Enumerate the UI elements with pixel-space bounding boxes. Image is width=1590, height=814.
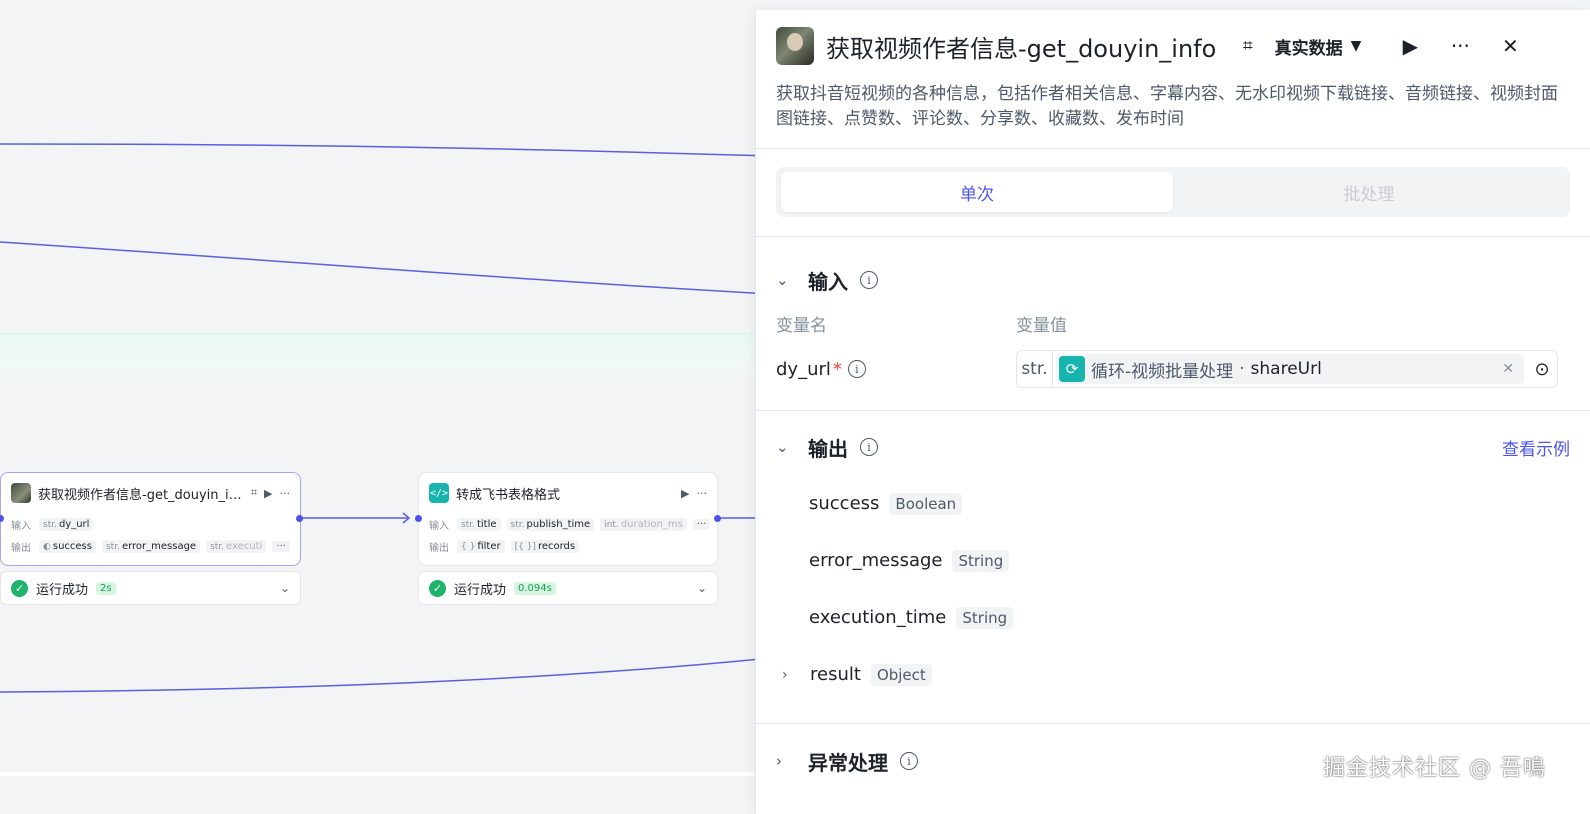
run-button[interactable]: ▶	[1391, 34, 1429, 58]
input-port[interactable]	[415, 515, 422, 522]
run-time-badge: 0.094s	[514, 581, 556, 595]
output-section-header[interactable]: ⌄ 输出 i 查看示例	[756, 427, 1590, 467]
panel-title[interactable]: 获取视频作者信息-get_douyin_info	[826, 29, 1221, 64]
section-title: 输入	[808, 269, 848, 294]
watermark: 掘金技术社区 @ 吾鳴	[1323, 756, 1546, 781]
node-title: 获取视频作者信息-get_douyin_info	[38, 487, 244, 503]
info-icon[interactable]: i	[860, 438, 878, 456]
chevron-down-icon[interactable]: ⌄	[697, 581, 707, 595]
node1-run-status[interactable]: ✓ 运行成功 2s ⌄	[0, 571, 301, 605]
more-button[interactable]: ···	[1441, 34, 1479, 58]
chevron-right-icon[interactable]: ›	[782, 667, 800, 683]
workflow-canvas[interactable]: 获取视频作者信息-get_douyin_info ⌗ ▶ ··· 输入 str.…	[0, 0, 770, 814]
check-icon: ✓	[429, 579, 446, 597]
var-name: dy_url * i	[776, 359, 1016, 380]
variable-picker-icon[interactable]: ⊙	[1527, 359, 1557, 380]
run-icon[interactable]: ▶	[264, 487, 272, 500]
status-text: 运行成功	[454, 582, 507, 598]
run-time-badge: 2s	[96, 581, 116, 595]
more-inputs-button[interactable]: ···	[692, 518, 711, 530]
output-item: success Boolean	[756, 475, 1590, 532]
plugin-avatar-icon	[776, 27, 814, 65]
input-columns: 变量名 变量值	[756, 308, 1590, 338]
output-item: execution_time String	[756, 589, 1590, 646]
chevron-right-icon[interactable]: ›	[776, 752, 796, 770]
link-icon[interactable]: ⌗	[251, 486, 257, 500]
view-example-link[interactable]: 查看示例	[1502, 435, 1570, 460]
output-label: 输出	[11, 542, 31, 554]
input-chip: str. publish_time	[506, 517, 595, 531]
toggle-icon: ◐	[43, 541, 51, 552]
chevron-down-icon[interactable]: ⌄	[776, 271, 796, 289]
wire-second	[0, 241, 770, 295]
output-chip: { } filter	[457, 539, 505, 553]
wire-top	[0, 143, 770, 157]
info-icon[interactable]: i	[847, 360, 866, 378]
status-text: 运行成功	[36, 582, 89, 598]
output-list: success Boolean error_message String execu…	[756, 475, 1590, 703]
tab-batch[interactable]: 批处理	[1173, 172, 1565, 212]
loop-body-band	[0, 333, 770, 375]
input-label: 输入	[11, 520, 31, 532]
output-chip: ◐ success	[39, 539, 96, 553]
chevron-down-icon[interactable]: ⌄	[776, 438, 796, 456]
panel-description: 获取抖音短视频的各种信息，包括作者相关信息、字幕内容、无水印视频下载链接、音频链…	[776, 84, 1558, 129]
output-item-expandable[interactable]: › result Object	[756, 646, 1590, 703]
connection-wires	[0, 143, 770, 693]
info-icon[interactable]: i	[860, 271, 878, 289]
link-icon[interactable]: ⌗	[1243, 36, 1253, 56]
divider	[756, 148, 1590, 149]
node-to-feishu-table[interactable]: </> 转成飞书表格格式 ▶ ··· 输入 str. title str. publ…	[415, 472, 721, 566]
section-title: 异常处理	[808, 750, 888, 775]
output-chip: str. executi	[206, 539, 267, 553]
output-chip: [{ }] records	[510, 539, 580, 553]
col-var-value: 变量值	[1016, 315, 1067, 336]
input-var-row: dy_url * i str. ⟳ 循环-视频批量处理 · shareUrl ✕ …	[756, 350, 1590, 388]
input-section-header[interactable]: ⌄ 输入 i	[756, 260, 1590, 300]
more-icon[interactable]: ···	[280, 487, 291, 500]
type-label: str.	[1017, 351, 1053, 387]
reference-tag[interactable]: ⟳ 循环-视频批量处理 · shareUrl ✕	[1056, 354, 1524, 384]
output-port[interactable]	[296, 515, 303, 522]
input-chip: str. title	[457, 517, 501, 531]
output-label: 输出	[429, 542, 449, 554]
tab-single[interactable]: 单次	[781, 172, 1173, 212]
output-chip: str. error_message	[101, 539, 201, 553]
divider	[756, 723, 1590, 724]
code-icon: </>	[429, 483, 449, 503]
info-icon[interactable]: i	[900, 752, 918, 770]
col-var-name: 变量名	[776, 315, 827, 336]
input-chip: str. dy_url	[39, 517, 94, 531]
divider	[756, 236, 1590, 237]
check-icon: ✓	[11, 579, 28, 597]
node2-run-status[interactable]: ✓ 运行成功 0.094s ⌄	[418, 571, 718, 605]
var-value-field[interactable]: str. ⟳ 循环-视频批量处理 · shareUrl ✕ ⊙	[1016, 350, 1558, 388]
canvas-bottom-strip	[0, 772, 770, 776]
loop-icon: ⟳	[1059, 356, 1085, 382]
run-mode-tabs: 单次 批处理	[776, 167, 1570, 217]
clear-icon[interactable]: ✕	[1502, 361, 1514, 377]
more-icon[interactable]: ···	[697, 487, 708, 500]
input-label: 输入	[429, 520, 449, 532]
section-title: 输出	[808, 436, 848, 461]
more-outputs-button[interactable]: ···	[272, 540, 290, 552]
node-detail-panel: 获取视频作者信息-get_douyin_info ⌗ 真实数据 ▼ ▶ ··· ✕…	[755, 10, 1590, 814]
data-mode-select[interactable]: 真实数据 ▼	[1275, 34, 1362, 59]
input-chip: int. duration_ms	[600, 517, 687, 531]
plugin-avatar-icon	[11, 483, 31, 503]
close-button[interactable]: ✕	[1491, 34, 1529, 58]
run-icon[interactable]: ▶	[681, 487, 689, 500]
divider	[756, 410, 1590, 411]
panel-header: 获取视频作者信息-get_douyin_info ⌗ 真实数据 ▼ ▶ ··· ✕	[756, 10, 1590, 82]
node-get-douyin-info[interactable]: 获取视频作者信息-get_douyin_info ⌗ ▶ ··· 输入 str.…	[0, 472, 303, 566]
caret-down-icon: ▼	[1350, 38, 1362, 54]
node-title: 转成飞书表格格式	[456, 487, 561, 503]
output-port[interactable]	[714, 515, 721, 522]
wire-bottom	[0, 657, 770, 693]
chevron-down-icon[interactable]: ⌄	[280, 581, 290, 595]
output-item: error_message String	[756, 532, 1590, 589]
